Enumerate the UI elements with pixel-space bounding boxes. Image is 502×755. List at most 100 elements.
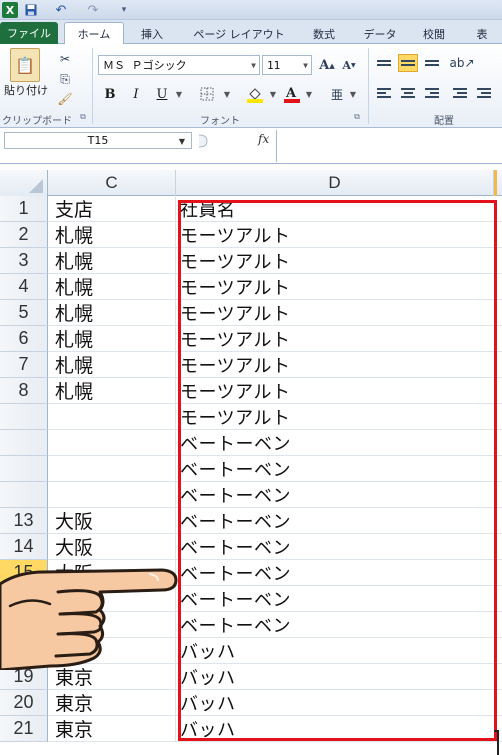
chevron-down-icon[interactable]: ▼ xyxy=(268,86,278,102)
cell-employee-name[interactable]: バッハ xyxy=(176,638,502,664)
cell-employee-name[interactable]: ベートーベン xyxy=(176,456,502,482)
align-bottom-icon[interactable] xyxy=(422,54,442,72)
cell-branch[interactable] xyxy=(48,430,176,456)
formula-zoom-handle[interactable] xyxy=(196,133,214,148)
cell-employee-name[interactable]: モーツアルト xyxy=(176,300,502,326)
row-header[interactable]: 21 xyxy=(0,716,48,742)
align-top-icon[interactable] xyxy=(374,54,394,72)
chevron-down-icon[interactable]: ▼ xyxy=(348,86,358,102)
cell-employee-name[interactable]: ベートーベン xyxy=(176,586,502,612)
cell-branch[interactable] xyxy=(48,482,176,508)
cell-branch[interactable]: 札幌 xyxy=(48,326,176,352)
cell-employee-name[interactable]: モーツアルト xyxy=(176,222,502,248)
orientation-icon[interactable]: ab↗ xyxy=(449,54,474,72)
format-painter-icon[interactable]: 🖌 xyxy=(56,90,74,108)
row-header[interactable]: 4 xyxy=(0,274,48,300)
redo-icon[interactable]: ↷ xyxy=(84,2,102,18)
row-header[interactable]: 1 xyxy=(0,196,48,222)
cell-branch[interactable]: 札幌 xyxy=(48,274,176,300)
cell-branch[interactable]: 大阪 xyxy=(48,534,176,560)
cell-branch[interactable]: 大阪 xyxy=(48,508,176,534)
cell-employee-name[interactable]: バッハ xyxy=(176,716,502,742)
align-right-icon[interactable] xyxy=(422,84,442,102)
tab-insert[interactable]: 挿入 xyxy=(130,23,174,44)
chevron-down-icon[interactable]: ▼ xyxy=(174,86,184,102)
underline-button[interactable]: U xyxy=(152,84,172,104)
cell-branch[interactable]: 札幌 xyxy=(48,378,176,404)
cell-employee-name[interactable]: 社員名 xyxy=(176,196,502,222)
phonetic-guide-icon[interactable]: 亜 xyxy=(326,84,348,104)
cell-employee-name[interactable]: モーツアルト xyxy=(176,404,502,430)
paste-icon[interactable]: 📋 xyxy=(10,48,40,82)
cell-employee-name[interactable]: ベートーベン xyxy=(176,560,502,586)
cell-branch[interactable] xyxy=(48,404,176,430)
cell-branch[interactable]: 東京 xyxy=(48,690,176,716)
row-header[interactable] xyxy=(0,482,48,508)
tab-review[interactable]: 校閲 xyxy=(414,23,454,44)
font-size-select[interactable]: 11 ▼ xyxy=(262,55,312,75)
cell-employee-name[interactable]: モーツアルト xyxy=(176,326,502,352)
row-header[interactable]: 8 xyxy=(0,378,48,404)
cell-employee-name[interactable]: ベートーベン xyxy=(176,534,502,560)
font-name-select[interactable]: ＭＳ Ｐゴシック ▼ xyxy=(98,55,260,75)
tab-page-layout[interactable]: ページ レイアウト xyxy=(184,23,294,44)
cut-icon[interactable]: ✂ xyxy=(56,50,74,68)
cell-employee-name[interactable]: ベートーベン xyxy=(176,482,502,508)
row-header[interactable]: 7 xyxy=(0,352,48,378)
select-all-button[interactable] xyxy=(0,170,48,196)
font-launcher-icon[interactable]: ⧉ xyxy=(352,112,362,122)
cell-branch[interactable]: 札幌 xyxy=(48,300,176,326)
row-header[interactable]: 6 xyxy=(0,326,48,352)
row-header[interactable] xyxy=(0,456,48,482)
shrink-font-icon[interactable]: A ▼ xyxy=(340,56,358,74)
cell-branch[interactable]: 東京 xyxy=(48,716,176,742)
cell-employee-name[interactable]: バッハ xyxy=(176,664,502,690)
cell-employee-name[interactable]: モーツアルト xyxy=(176,274,502,300)
cell-branch[interactable]: 支店 xyxy=(48,196,176,222)
cell-branch[interactable]: 札幌 xyxy=(48,222,176,248)
increase-indent-icon[interactable] xyxy=(474,84,494,102)
row-header[interactable] xyxy=(0,430,48,456)
fill-color-icon[interactable] xyxy=(244,84,266,104)
tab-data[interactable]: データ xyxy=(356,23,404,44)
align-center-icon[interactable] xyxy=(398,84,418,102)
grow-font-icon[interactable]: A ▲ xyxy=(318,56,336,74)
bold-button[interactable]: B xyxy=(100,84,120,104)
row-header[interactable]: 14 xyxy=(0,534,48,560)
row-header[interactable]: 13 xyxy=(0,508,48,534)
cell-employee-name[interactable]: モーツアルト xyxy=(176,378,502,404)
formula-input[interactable] xyxy=(276,130,502,162)
tab-view[interactable]: 表 xyxy=(462,23,502,44)
chevron-down-icon[interactable]: ▼ xyxy=(304,86,314,102)
tab-formulas[interactable]: 数式 xyxy=(302,23,346,44)
save-icon[interactable] xyxy=(24,2,38,18)
clipboard-launcher-icon[interactable]: ⧉ xyxy=(78,112,88,122)
row-header[interactable] xyxy=(0,404,48,430)
align-middle-icon[interactable] xyxy=(398,54,418,72)
paste-button-label[interactable]: 貼り付け xyxy=(4,82,48,98)
copy-icon[interactable]: ⎘ xyxy=(56,70,74,88)
undo-icon[interactable]: ↶ xyxy=(52,2,70,18)
borders-icon[interactable] xyxy=(196,85,218,103)
cell-employee-name[interactable]: ベートーベン xyxy=(176,430,502,456)
customize-toolbar-icon[interactable]: ▾ xyxy=(118,2,130,18)
chevron-down-icon[interactable]: ▼ xyxy=(176,134,188,148)
row-header[interactable]: 3 xyxy=(0,248,48,274)
cell-branch[interactable]: 札幌 xyxy=(48,352,176,378)
row-header[interactable]: 2 xyxy=(0,222,48,248)
cell-employee-name[interactable]: ベートーベン xyxy=(176,612,502,638)
italic-button[interactable]: I xyxy=(126,84,146,104)
cell-branch[interactable]: 札幌 xyxy=(48,248,176,274)
chevron-down-icon[interactable]: ▼ xyxy=(222,86,232,102)
cell-branch[interactable] xyxy=(48,456,176,482)
cell-employee-name[interactable]: モーツアルト xyxy=(176,248,502,274)
align-left-icon[interactable] xyxy=(374,84,394,102)
tab-file[interactable]: ファイル xyxy=(0,22,58,44)
row-header[interactable]: 5 xyxy=(0,300,48,326)
column-header-d[interactable]: D xyxy=(176,170,494,196)
font-color-icon[interactable]: A xyxy=(282,84,302,104)
cell-employee-name[interactable]: ベートーベン xyxy=(176,508,502,534)
cell-employee-name[interactable]: モーツアルト xyxy=(176,352,502,378)
row-header[interactable]: 20 xyxy=(0,690,48,716)
insert-function-icon[interactable]: fx xyxy=(258,132,269,146)
